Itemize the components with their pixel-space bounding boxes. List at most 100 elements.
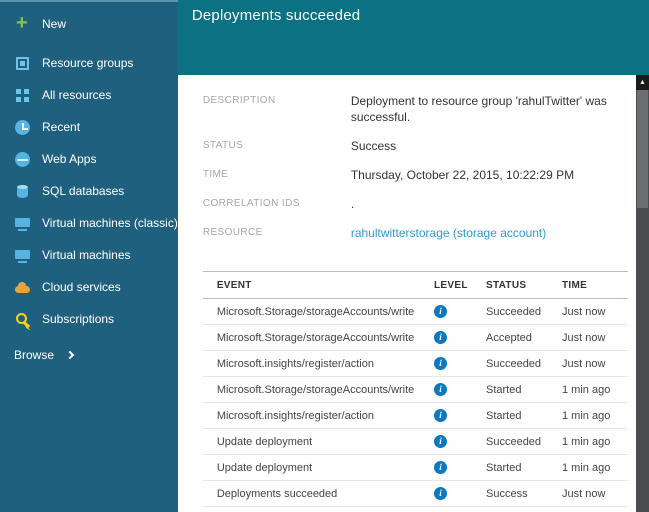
- event-row[interactable]: Microsoft.Storage/storageAccounts/write A…: [202, 324, 628, 351]
- field-label: RESOURCE: [202, 227, 263, 238]
- time-cell: Just now: [558, 480, 628, 507]
- event-cell: Update deployment: [202, 454, 430, 481]
- event-cell: Update deployment: [202, 428, 430, 455]
- time-cell: Just now: [558, 324, 628, 351]
- azure-portal: New Resource groups All resources Recent We…: [0, 0, 649, 512]
- info-icon[interactable]: [434, 305, 447, 318]
- field-label: TIME: [202, 169, 229, 180]
- main-area: Deployments succeeded DESCRIPTION Deploym…: [177, 0, 649, 512]
- status-cell: Started: [482, 454, 558, 481]
- status-cell: Success: [482, 480, 558, 507]
- event-row[interactable]: Microsoft.insights/register/action Succee…: [202, 350, 628, 377]
- time-cell: Just now: [558, 298, 628, 325]
- time-cell: 1 min ago: [558, 402, 628, 429]
- chevron-right-icon: [65, 350, 75, 360]
- sidebar-item-subscriptions[interactable]: Subscriptions: [0, 303, 178, 335]
- sidebar-item-label: Recent: [42, 120, 81, 134]
- recent-icon: [14, 119, 31, 136]
- field-value: Success: [350, 139, 397, 153]
- event-row[interactable]: Microsoft.Storage/storageAccounts/write S…: [202, 298, 628, 325]
- scrollbar-thumb[interactable]: [637, 90, 648, 208]
- event-cell: Microsoft.Storage/storageAccounts/write: [202, 298, 430, 325]
- level-cell: [430, 298, 482, 325]
- sidebar: New Resource groups All resources Recent We…: [0, 0, 178, 512]
- level-cell: [430, 402, 482, 429]
- events-header-row: EVENT LEVEL STATUS TIME: [202, 271, 628, 299]
- time-cell: Just now: [558, 350, 628, 377]
- web-apps-icon: [14, 151, 31, 168]
- field-value: .: [350, 197, 355, 211]
- status-cell: Succeeded: [482, 428, 558, 455]
- event-cell: Microsoft.Storage/storageAccounts/write: [202, 376, 430, 403]
- resource-groups-icon: [14, 55, 31, 72]
- event-row[interactable]: Update deployment Started1 min ago: [202, 454, 628, 481]
- info-icon[interactable]: [434, 487, 447, 500]
- col-header-time: TIME: [558, 271, 628, 299]
- sidebar-item-label: Browse: [14, 348, 55, 362]
- level-cell: [430, 454, 482, 481]
- status-cell: Started: [482, 376, 558, 403]
- level-cell: [430, 480, 482, 507]
- sidebar-item-label: Web Apps: [42, 152, 97, 166]
- event-row[interactable]: Update deployment Succeeded1 min ago: [202, 428, 628, 455]
- col-header-status: STATUS: [482, 271, 558, 299]
- event-cell: Microsoft.Storage/storageAccounts/write: [202, 324, 430, 351]
- cloud-services-icon: [14, 279, 31, 296]
- level-cell: [430, 324, 482, 351]
- field-correlation-ids: CORRELATION IDS.: [203, 196, 628, 212]
- page-title: Deployments succeeded: [191, 7, 361, 24]
- sidebar-item-all-resources[interactable]: All resources: [0, 79, 178, 111]
- event-cell: Microsoft.insights/register/action: [202, 350, 430, 377]
- field-time: TIME Thursday, October 22, 2015, 10:22:29…: [203, 167, 628, 183]
- field-label: DESCRIPTION: [202, 95, 276, 106]
- subscriptions-icon: [14, 311, 31, 328]
- field-label: CORRELATION IDS: [202, 198, 300, 209]
- all-resources-icon: [14, 87, 31, 104]
- sidebar-item-virtual-machines[interactable]: Virtual machines: [0, 239, 178, 271]
- sidebar-item-label: Resource groups: [42, 56, 134, 70]
- sidebar-item-virtual-machines-classic[interactable]: Virtual machines (classic): [0, 207, 178, 239]
- sidebar-item-resource-groups[interactable]: Resource groups: [0, 47, 178, 79]
- plus-icon: [14, 14, 31, 33]
- info-icon[interactable]: [434, 383, 447, 396]
- vm-icon: [14, 247, 31, 264]
- sidebar-item-web-apps[interactable]: Web Apps: [0, 143, 178, 175]
- info-icon[interactable]: [434, 435, 447, 448]
- detail-fields: DESCRIPTION Deployment to resource group …: [203, 93, 628, 241]
- level-cell: [430, 376, 482, 403]
- info-icon[interactable]: [434, 331, 447, 344]
- event-row[interactable]: Deployments succeeded SuccessJust now: [202, 480, 628, 507]
- field-description: DESCRIPTION Deployment to resource group …: [203, 93, 628, 125]
- resource-link[interactable]: rahultwitterstorage (storage account): [351, 225, 546, 241]
- status-cell: Succeeded: [482, 350, 558, 377]
- event-cell: Microsoft.insights/register/action: [202, 402, 430, 429]
- sidebar-item-sql-databases[interactable]: SQL databases: [0, 175, 178, 207]
- field-value: Deployment to resource group 'rahulTwitt…: [350, 94, 607, 124]
- sidebar-item-browse[interactable]: Browse: [0, 339, 178, 371]
- info-icon[interactable]: [434, 409, 447, 422]
- event-cell: Deployments succeeded: [202, 480, 430, 507]
- sidebar-item-label: Cloud services: [42, 280, 121, 294]
- sidebar-item-new[interactable]: New: [0, 8, 178, 40]
- vm-classic-icon: [14, 215, 31, 232]
- sidebar-item-cloud-services[interactable]: Cloud services: [0, 271, 178, 303]
- event-row[interactable]: Microsoft.Storage/storageAccounts/write S…: [202, 376, 628, 403]
- events-table: EVENT LEVEL STATUS TIME Microsoft.Storag…: [202, 271, 628, 507]
- event-row[interactable]: Microsoft.insights/register/action Starte…: [202, 402, 628, 429]
- status-cell: Started: [482, 402, 558, 429]
- time-cell: 1 min ago: [558, 454, 628, 481]
- field-resource: RESOURCE rahultwitterstorage (storage acc…: [203, 225, 628, 241]
- sidebar-item-recent[interactable]: Recent: [0, 111, 178, 143]
- scrollbar[interactable]: ▲: [636, 75, 649, 512]
- deployment-details-panel: DESCRIPTION Deployment to resource group …: [178, 75, 636, 512]
- col-header-event: EVENT: [202, 271, 430, 299]
- info-icon[interactable]: [434, 461, 447, 474]
- info-icon[interactable]: [434, 357, 447, 370]
- time-cell: 1 min ago: [558, 376, 628, 403]
- field-status: STATUS Success: [203, 138, 628, 154]
- field-value: Thursday, October 22, 2015, 10:22:29 PM: [350, 168, 575, 182]
- field-label: STATUS: [202, 140, 244, 151]
- sidebar-item-label: All resources: [42, 88, 112, 102]
- status-cell: Accepted: [482, 324, 558, 351]
- scroll-up-icon[interactable]: ▲: [636, 75, 649, 90]
